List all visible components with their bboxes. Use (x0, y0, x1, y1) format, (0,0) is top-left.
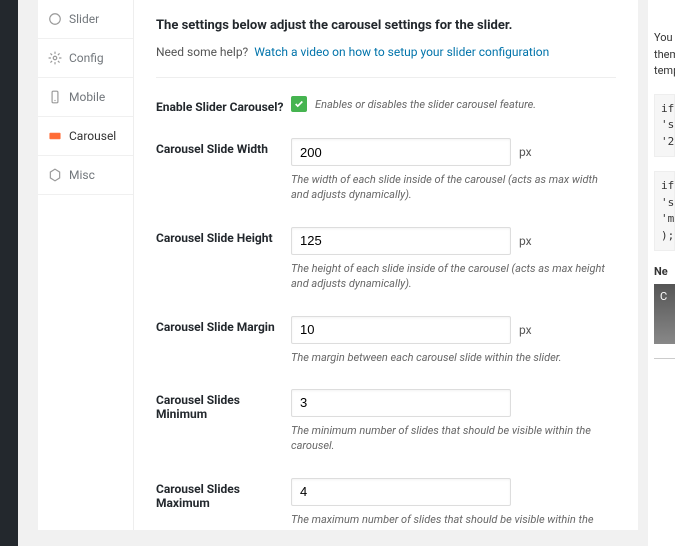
field-label: Carousel Slides Maximum (156, 478, 291, 530)
field-slide-width: Carousel Slide Width px The width of eac… (156, 138, 616, 203)
code-snippet-2: if 'so 'm ); (654, 171, 675, 251)
field-desc: The maximum number of slides that should… (291, 512, 616, 530)
divider (156, 77, 616, 78)
right-sidebar-panel: You them temp if 'so '2 if 'so 'm ); Ne … (648, 0, 675, 546)
wp-admin-sidebar (0, 0, 18, 546)
slide-width-input[interactable] (291, 138, 511, 166)
field-slides-min: Carousel Slides Minimum The minimum numb… (156, 389, 616, 454)
field-desc: Enables or disables the slider carousel … (315, 98, 536, 111)
sidebar-item-label: Carousel (69, 129, 116, 143)
sidebar-item-label: Misc (69, 168, 95, 182)
sidebar-item-slider[interactable]: Slider (38, 0, 133, 39)
slide-height-input[interactable] (291, 227, 511, 255)
field-label: Carousel Slide Margin (156, 316, 291, 365)
field-enable-carousel: Enable Slider Carousel? Enables or disab… (156, 96, 616, 114)
field-desc: The margin between each carousel slide w… (291, 350, 616, 365)
field-slides-max: Carousel Slides Maximum The maximum numb… (156, 478, 616, 530)
slide-margin-input[interactable] (291, 316, 511, 344)
help-video-link[interactable]: Watch a video on how to setup your slide… (254, 45, 549, 59)
mobile-icon (48, 90, 62, 104)
right-dark-box: C (654, 284, 675, 344)
sidebar-item-label: Config (69, 51, 104, 65)
field-desc: The height of each slide inside of the c… (291, 261, 616, 292)
slides-max-input[interactable] (291, 478, 511, 506)
field-desc: The width of each slide inside of the ca… (291, 172, 616, 203)
gear-icon (48, 51, 62, 65)
enable-carousel-checkbox[interactable] (291, 96, 307, 112)
help-row: Need some help? Watch a video on how to … (156, 45, 616, 59)
unit-label: px (519, 145, 532, 159)
field-label: Carousel Slides Minimum (156, 389, 291, 454)
slides-min-input[interactable] (291, 389, 511, 417)
field-label: Carousel Slide Height (156, 227, 291, 292)
field-slide-height: Carousel Slide Height px The height of e… (156, 227, 616, 292)
field-label: Enable Slider Carousel? (156, 96, 291, 114)
sidebar-item-carousel[interactable]: Carousel (38, 117, 133, 156)
field-label: Carousel Slide Width (156, 138, 291, 203)
field-desc: The minimum number of slides that should… (291, 423, 616, 454)
carousel-icon (48, 129, 62, 143)
right-intro-text: You them temp (648, 30, 675, 80)
sidebar-item-label: Mobile (69, 90, 105, 104)
slider-icon (48, 12, 62, 26)
sidebar-item-label: Slider (69, 12, 99, 26)
settings-panel: Slider Config Mobile Carousel Misc The s… (38, 0, 638, 530)
unit-label: px (519, 234, 532, 248)
right-heading: Ne (648, 265, 675, 278)
help-label: Need some help? (156, 45, 248, 59)
misc-icon (48, 168, 62, 182)
settings-tabs: Slider Config Mobile Carousel Misc (38, 0, 134, 530)
right-divider (654, 358, 675, 359)
field-slide-margin: Carousel Slide Margin px The margin betw… (156, 316, 616, 365)
unit-label: px (519, 323, 532, 337)
settings-content: The settings below adjust the carousel s… (134, 0, 638, 530)
sidebar-item-mobile[interactable]: Mobile (38, 78, 133, 117)
code-snippet-1: if 'so '2 (654, 94, 675, 158)
sidebar-item-config[interactable]: Config (38, 39, 133, 78)
page-heading: The settings below adjust the carousel s… (156, 18, 616, 33)
sidebar-item-misc[interactable]: Misc (38, 156, 133, 195)
